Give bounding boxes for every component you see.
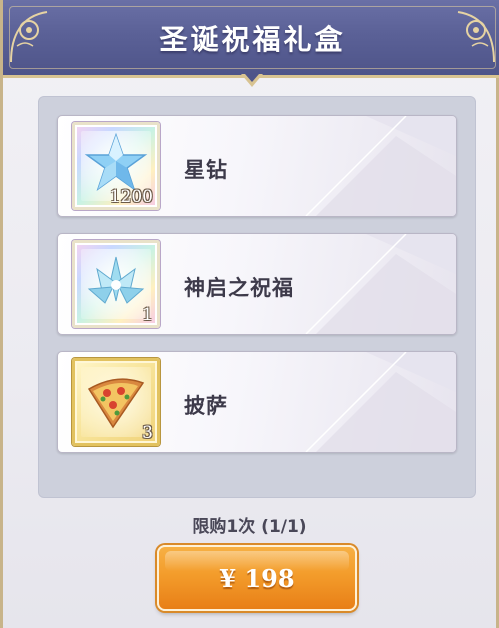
header-notch-ornament (241, 74, 263, 87)
purchase-limit-text: 限购1次 (1/1) (192, 517, 307, 537)
reward-item: 1200 星钻 (57, 115, 457, 217)
pizza-icon (87, 378, 145, 429)
buy-button[interactable]: ¥ 198 (157, 545, 357, 611)
blessing-crystal-icon (87, 256, 145, 304)
gift-pack-dialog: 圣诞祝福礼盒 1200 星钻 1 神启之祝福 3 披萨 限购1次 (1/1) ¥… (0, 0, 499, 628)
item-icon-frame[interactable]: 1 (72, 240, 160, 328)
reward-item: 1 神启之祝福 (57, 233, 457, 335)
item-quantity: 1200 (109, 187, 153, 207)
item-background-decoration (305, 234, 456, 334)
dialog-header: 圣诞祝福礼盒 (3, 0, 499, 78)
item-name: 星钻 (184, 158, 228, 182)
item-name: 披萨 (184, 394, 228, 418)
item-background-decoration (305, 116, 456, 216)
item-background-decoration (305, 352, 456, 452)
item-name: 神启之祝福 (184, 276, 294, 300)
price-label: ¥ 198 (219, 564, 295, 593)
item-icon-frame[interactable]: 1200 (72, 122, 160, 210)
reward-item: 3 披萨 (57, 351, 457, 453)
item-quantity: 3 (142, 423, 153, 443)
item-icon-frame[interactable]: 3 (72, 358, 160, 446)
dialog-title: 圣诞祝福礼盒 (159, 23, 346, 56)
item-quantity: 1 (142, 305, 153, 325)
